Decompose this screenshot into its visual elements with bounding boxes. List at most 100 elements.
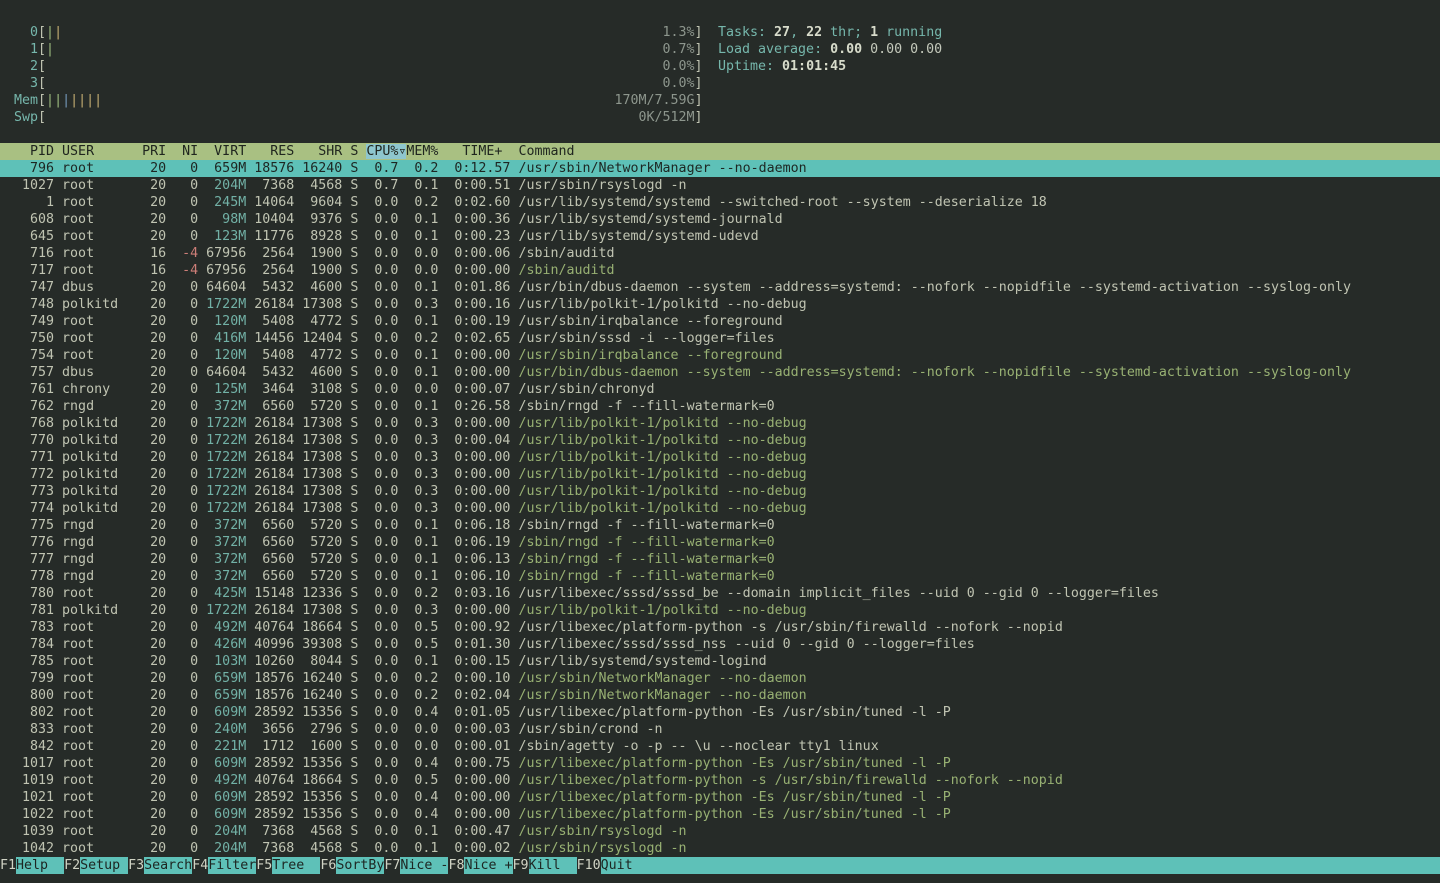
column-header-res[interactable]: RES: [254, 144, 302, 159]
process-row[interactable]: 770 polkitd 20 0 1722M 26184 17308 S 0.0…: [0, 432, 1440, 449]
process-row[interactable]: 799 root 20 0 659M 18576 16240 S 0.0 0.2…: [0, 670, 1440, 687]
cell-ni: 0: [174, 433, 206, 448]
cell-user: root: [62, 620, 142, 635]
process-row[interactable]: 1019 root 20 0 492M 40764 18664 S 0.0 0.…: [0, 772, 1440, 789]
cell-command: /usr/sbin/sssd -i --logger=files: [518, 331, 774, 346]
process-row[interactable]: 754 root 20 0 120M 5408 4772 S 0.0 0.1 0…: [0, 347, 1440, 364]
process-row[interactable]: 1 root 20 0 245M 14064 9604 S 0.0 0.2 0:…: [0, 194, 1440, 211]
cell-pri: 20: [142, 433, 174, 448]
cell-shr: 3108: [302, 382, 350, 397]
process-row[interactable]: 716 root 16 -4 67956 2564 1900 S 0.0 0.0…: [0, 245, 1440, 262]
process-row[interactable]: 842 root 20 0 221M 1712 1600 S 0.0 0.0 0…: [0, 738, 1440, 755]
fkey-f3-search[interactable]: F3Search: [128, 857, 192, 874]
process-row[interactable]: 645 root 20 0 123M 11776 8928 S 0.0 0.1 …: [0, 228, 1440, 245]
cell-res: 5408: [254, 348, 302, 363]
process-row[interactable]: 800 root 20 0 659M 18576 16240 S 0.0 0.2…: [0, 687, 1440, 704]
cell-cpu: 0.0: [366, 348, 406, 363]
column-header-mem[interactable]: MEM%: [406, 144, 446, 159]
cell-mem: 0.3: [406, 484, 446, 499]
cell-user: polkitd: [62, 501, 142, 516]
process-row[interactable]: 749 root 20 0 120M 5408 4772 S 0.0 0.1 0…: [0, 313, 1440, 330]
column-header-command[interactable]: Command: [518, 144, 574, 159]
process-row[interactable]: 1042 root 20 0 204M 7368 4568 S 0.0 0.1 …: [0, 840, 1440, 857]
fkey-f10-quit[interactable]: F10Quit: [577, 857, 1440, 874]
process-row[interactable]: 833 root 20 0 240M 3656 2796 S 0.0 0.0 0…: [0, 721, 1440, 738]
cell-user: chrony: [62, 382, 142, 397]
cell-user: root: [62, 348, 142, 363]
cell-virt: 1722M: [206, 450, 254, 465]
process-row[interactable]: 774 polkitd 20 0 1722M 26184 17308 S 0.0…: [0, 500, 1440, 517]
process-row[interactable]: 762 rngd 20 0 372M 6560 5720 S 0.0 0.1 0…: [0, 398, 1440, 415]
process-table-header[interactable]: PID USER PRI NI VIRT RES SHR S CPU%▿MEM%…: [0, 143, 1440, 160]
fkey-f4-filter[interactable]: F4Filter: [192, 857, 256, 874]
process-row[interactable]: 1039 root 20 0 204M 7368 4568 S 0.0 0.1 …: [0, 823, 1440, 840]
fkey-f7-nice-[interactable]: F7Nice -: [384, 857, 448, 874]
cell-ni: 0: [174, 586, 206, 601]
process-row-selected[interactable]: 796 root 20 0 659M 18576 16240 S 0.7 0.2…: [0, 160, 1440, 177]
fkey-f1-help[interactable]: F1Help: [0, 857, 64, 874]
column-header-pri[interactable]: PRI: [142, 144, 174, 159]
cell-pri: 16: [142, 246, 174, 261]
fkey-f6-sortby[interactable]: F6SortBy: [320, 857, 384, 874]
cell-user: root: [62, 688, 142, 703]
process-row[interactable]: 780 root 20 0 425M 15148 12336 S 0.0 0.2…: [0, 585, 1440, 602]
process-row[interactable]: 777 rngd 20 0 372M 6560 5720 S 0.0 0.1 0…: [0, 551, 1440, 568]
column-header-ni[interactable]: NI: [174, 144, 206, 159]
cell-state: S: [350, 841, 366, 856]
process-row[interactable]: 776 rngd 20 0 372M 6560 5720 S 0.0 0.1 0…: [0, 534, 1440, 551]
process-row[interactable]: 773 polkitd 20 0 1722M 26184 17308 S 0.0…: [0, 483, 1440, 500]
column-header-state[interactable]: S: [350, 144, 366, 159]
column-header-time[interactable]: TIME+: [446, 144, 518, 159]
cell-res: 3464: [254, 382, 302, 397]
column-header-user[interactable]: USER: [62, 144, 142, 159]
process-row[interactable]: 781 polkitd 20 0 1722M 26184 17308 S 0.0…: [0, 602, 1440, 619]
process-row[interactable]: 783 root 20 0 492M 40764 18664 S 0.0 0.5…: [0, 619, 1440, 636]
process-row[interactable]: 784 root 20 0 426M 40996 39308 S 0.0 0.5…: [0, 636, 1440, 653]
cell-shr: 39308: [302, 637, 350, 652]
process-row[interactable]: 761 chrony 20 0 125M 3464 3108 S 0.0 0.0…: [0, 381, 1440, 398]
column-header-shr[interactable]: SHR: [302, 144, 350, 159]
cell-cpu: 0.0: [366, 790, 406, 805]
process-row[interactable]: 1017 root 20 0 609M 28592 15356 S 0.0 0.…: [0, 755, 1440, 772]
process-row[interactable]: 775 rngd 20 0 372M 6560 5720 S 0.0 0.1 0…: [0, 517, 1440, 534]
column-header-pid[interactable]: PID: [14, 144, 62, 159]
cell-cpu: 0.0: [366, 297, 406, 312]
cell-res: 15148: [254, 586, 302, 601]
cell-time: 0:00.00: [446, 501, 518, 516]
cell-pid: 1039: [14, 824, 62, 839]
fkey-f2-setup[interactable]: F2Setup: [64, 857, 128, 874]
process-row[interactable]: 608 root 20 0 98M 10404 9376 S 0.0 0.1 0…: [0, 211, 1440, 228]
process-row[interactable]: 747 dbus 20 0 64604 5432 4600 S 0.0 0.1 …: [0, 279, 1440, 296]
process-row[interactable]: 1027 root 20 0 204M 7368 4568 S 0.7 0.1 …: [0, 177, 1440, 194]
process-row[interactable]: 778 rngd 20 0 372M 6560 5720 S 0.0 0.1 0…: [0, 568, 1440, 585]
column-header-virt[interactable]: VIRT: [206, 144, 254, 159]
process-row[interactable]: 768 polkitd 20 0 1722M 26184 17308 S 0.0…: [0, 415, 1440, 432]
fkey-f8-nice-[interactable]: F8Nice +: [448, 857, 512, 874]
fkey-f9-kill[interactable]: F9Kill: [513, 857, 577, 874]
cell-res: 11776: [254, 229, 302, 244]
fkey-action-label: Filter: [208, 857, 256, 874]
cell-command: /usr/libexec/platform-python -Es /usr/sb…: [518, 807, 950, 822]
cell-user: dbus: [62, 365, 142, 380]
cell-state: S: [350, 501, 366, 516]
process-row[interactable]: 772 polkitd 20 0 1722M 26184 17308 S 0.0…: [0, 466, 1440, 483]
cell-shr: 17308: [302, 416, 350, 431]
process-row[interactable]: 771 polkitd 20 0 1722M 26184 17308 S 0.0…: [0, 449, 1440, 466]
process-row[interactable]: 717 root 16 -4 67956 2564 1900 S 0.0 0.0…: [0, 262, 1440, 279]
meter-bracket-close: ]: [694, 76, 702, 91]
process-row[interactable]: 748 polkitd 20 0 1722M 26184 17308 S 0.0…: [0, 296, 1440, 313]
process-row[interactable]: 750 root 20 0 416M 14456 12404 S 0.0 0.2…: [0, 330, 1440, 347]
cell-ni: 0: [174, 501, 206, 516]
process-row[interactable]: 802 root 20 0 609M 28592 15356 S 0.0 0.4…: [0, 704, 1440, 721]
process-row[interactable]: 785 root 20 0 103M 10260 8044 S 0.0 0.1 …: [0, 653, 1440, 670]
fkey-f5-tree[interactable]: F5Tree: [256, 857, 320, 874]
cell-virt: 609M: [206, 756, 254, 771]
process-row[interactable]: 1022 root 20 0 609M 28592 15356 S 0.0 0.…: [0, 806, 1440, 823]
column-header-cpu-sorted[interactable]: CPU%▿: [366, 144, 406, 159]
meter-bracket-close: ]: [695, 93, 703, 108]
process-row[interactable]: 1021 root 20 0 609M 28592 15356 S 0.0 0.…: [0, 789, 1440, 806]
process-row[interactable]: 757 dbus 20 0 64604 5432 4600 S 0.0 0.1 …: [0, 364, 1440, 381]
cell-mem: 0.2: [406, 195, 446, 210]
cell-virt: 372M: [206, 569, 254, 584]
cell-time: 0:00.47: [446, 824, 518, 839]
